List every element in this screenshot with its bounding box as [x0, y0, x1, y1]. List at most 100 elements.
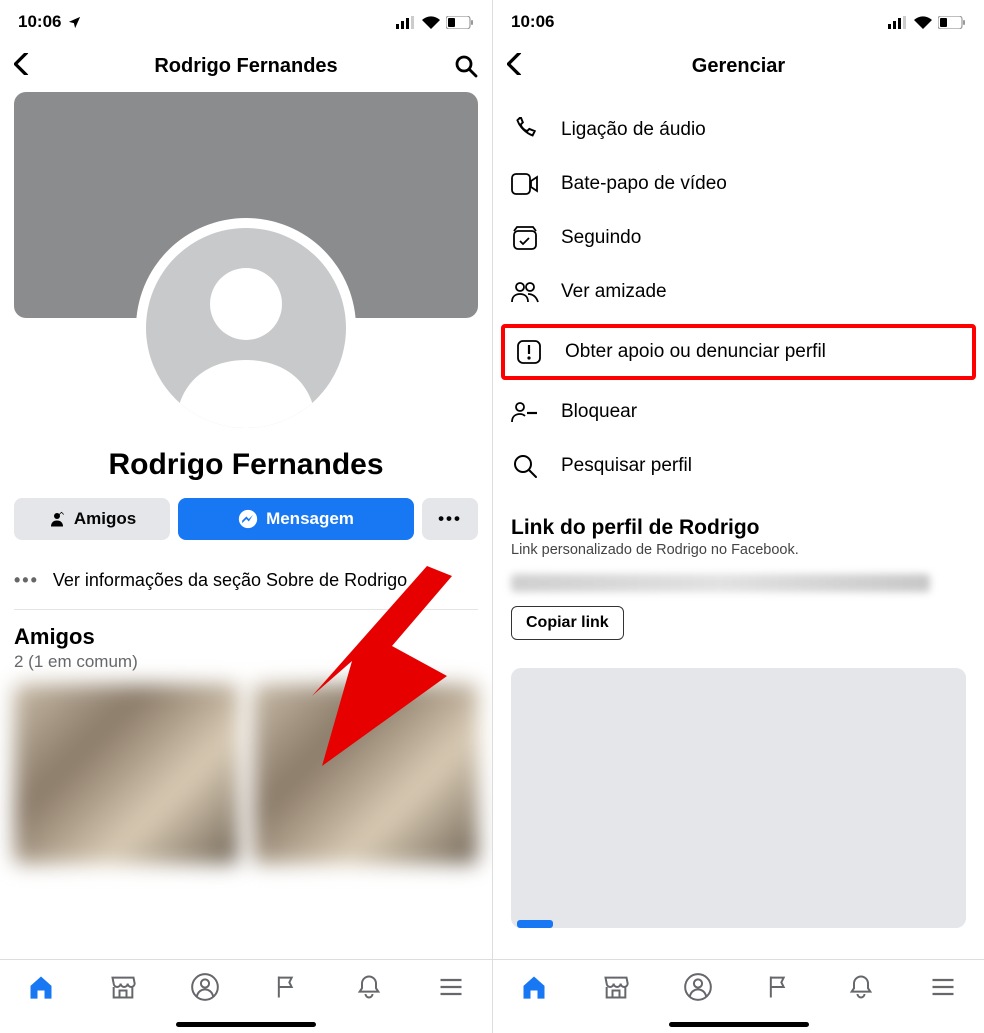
- profile-icon: [684, 973, 712, 1001]
- home-icon: [27, 973, 55, 1001]
- manage-item-label: Seguindo: [561, 227, 641, 249]
- search-icon: [454, 54, 478, 78]
- nav-header: Gerenciar: [493, 40, 984, 92]
- manage-item-video-chat[interactable]: Bate-papo de vídeo: [493, 158, 984, 210]
- friends-button[interactable]: Amigos: [14, 498, 170, 540]
- search-icon: [511, 453, 539, 479]
- phone-right: 10:06 Gerenciar Ligação de áudio Bate-pa…: [492, 0, 984, 1033]
- marketplace-icon: [602, 973, 630, 1001]
- avatar[interactable]: [146, 228, 346, 428]
- video-icon: [511, 173, 539, 195]
- tab-marketplace[interactable]: [109, 973, 137, 1001]
- report-icon: [515, 339, 543, 365]
- copy-link-button[interactable]: Copiar link: [511, 606, 624, 640]
- status-right: [888, 16, 966, 29]
- signal-icon: [396, 16, 416, 29]
- tab-marketplace[interactable]: [602, 973, 630, 1001]
- page-title: Gerenciar: [535, 55, 942, 78]
- bell-icon: [355, 973, 383, 1001]
- bell-icon: [847, 973, 875, 1001]
- tab-menu[interactable]: [437, 973, 465, 1001]
- wifi-icon: [914, 16, 932, 29]
- profile-icon: [191, 973, 219, 1001]
- home-indicator[interactable]: [176, 1022, 316, 1027]
- profile-name: Rodrigo Fernandes: [14, 448, 478, 482]
- more-button[interactable]: •••: [422, 498, 478, 540]
- menu-icon: [437, 973, 465, 1001]
- friendship-icon: [511, 281, 539, 303]
- marketplace-icon: [109, 973, 137, 1001]
- status-bar: 10:06: [0, 0, 492, 40]
- flag-icon: [273, 973, 301, 1001]
- message-button[interactable]: Mensagem: [178, 498, 414, 540]
- link-section-title: Link do perfil de Rodrigo: [511, 516, 966, 540]
- back-button[interactable]: [14, 53, 42, 80]
- manage-item-label: Bloquear: [561, 401, 637, 423]
- manage-item-search-profile[interactable]: Pesquisar perfil: [493, 438, 984, 494]
- tab-notifications[interactable]: [847, 973, 875, 1001]
- friend-icon: [48, 510, 66, 528]
- tab-home[interactable]: [520, 973, 548, 1001]
- chevron-left-icon: [507, 53, 523, 75]
- more-dots-icon: •••: [438, 509, 462, 529]
- link-section-subtitle: Link personalizado de Rodrigo no Faceboo…: [511, 542, 966, 558]
- chevron-left-icon: [14, 53, 30, 75]
- phone-left: 10:06 Rodrigo Fernandes Rodrigo Fernande…: [0, 0, 492, 1033]
- status-bar: 10:06: [493, 0, 984, 40]
- about-dots-icon: •••: [14, 570, 39, 591]
- manage-item-following[interactable]: Seguindo: [493, 210, 984, 266]
- following-icon: [511, 225, 539, 251]
- about-row[interactable]: ••• Ver informações da seção Sobre de Ro…: [14, 562, 478, 610]
- friends-grid: [14, 684, 478, 864]
- manage-item-label: Bate-papo de vídeo: [561, 173, 727, 195]
- placeholder-box: [511, 668, 966, 928]
- profile-link-section: Link do perfil de Rodrigo Link personali…: [493, 504, 984, 652]
- tab-home[interactable]: [27, 973, 55, 1001]
- signal-icon: [888, 16, 908, 29]
- friend-thumb[interactable]: [253, 684, 478, 864]
- wifi-icon: [422, 16, 440, 29]
- manage-list: Ligação de áudio Bate-papo de vídeo Segu…: [493, 92, 984, 504]
- battery-icon: [938, 16, 966, 29]
- tab-flag[interactable]: [765, 973, 793, 1001]
- tab-profile[interactable]: [684, 973, 712, 1001]
- status-left: 10:06: [18, 12, 82, 32]
- location-icon: [67, 15, 82, 30]
- menu-icon: [929, 973, 957, 1001]
- home-indicator[interactable]: [669, 1022, 809, 1027]
- back-button[interactable]: [507, 53, 535, 80]
- manage-item-audio-call[interactable]: Ligação de áudio: [493, 102, 984, 158]
- search-button[interactable]: [450, 54, 478, 78]
- about-label: Ver informações da seção Sobre de Rodrig…: [53, 570, 407, 591]
- friends-button-label: Amigos: [74, 509, 136, 529]
- manage-item-label: Ver amizade: [561, 281, 667, 303]
- tab-flag[interactable]: [273, 973, 301, 1001]
- message-button-label: Mensagem: [266, 509, 354, 529]
- avatar-wrap: [136, 218, 356, 438]
- avatar-placeholder-icon: [146, 228, 346, 428]
- status-time: 10:06: [18, 12, 61, 32]
- friends-section-title: Amigos: [14, 624, 478, 650]
- manage-item-label: Ligação de áudio: [561, 119, 706, 141]
- tab-profile[interactable]: [191, 973, 219, 1001]
- home-icon: [520, 973, 548, 1001]
- profile-content: Rodrigo Fernandes Amigos Mensagem ••• ••…: [0, 448, 492, 864]
- tab-notifications[interactable]: [355, 973, 383, 1001]
- nav-header: Rodrigo Fernandes: [0, 40, 492, 92]
- manage-item-block[interactable]: Bloquear: [493, 386, 984, 438]
- manage-item-label: Pesquisar perfil: [561, 455, 692, 477]
- page-title: Rodrigo Fernandes: [42, 55, 450, 78]
- phone-icon: [511, 117, 539, 143]
- messenger-icon: [238, 509, 258, 529]
- bottom-tab-bar: [493, 959, 984, 1013]
- profile-link-url: [511, 574, 930, 592]
- status-left: 10:06: [511, 12, 554, 32]
- friend-thumb[interactable]: [14, 684, 239, 864]
- tab-menu[interactable]: [929, 973, 957, 1001]
- manage-item-report[interactable]: Obter apoio ou denunciar perfil: [501, 324, 976, 380]
- profile-actions: Amigos Mensagem •••: [14, 498, 478, 540]
- bottom-tab-bar: [0, 959, 492, 1013]
- manage-item-friendship[interactable]: Ver amizade: [493, 266, 984, 318]
- block-icon: [511, 401, 539, 423]
- cover-area: [0, 92, 492, 318]
